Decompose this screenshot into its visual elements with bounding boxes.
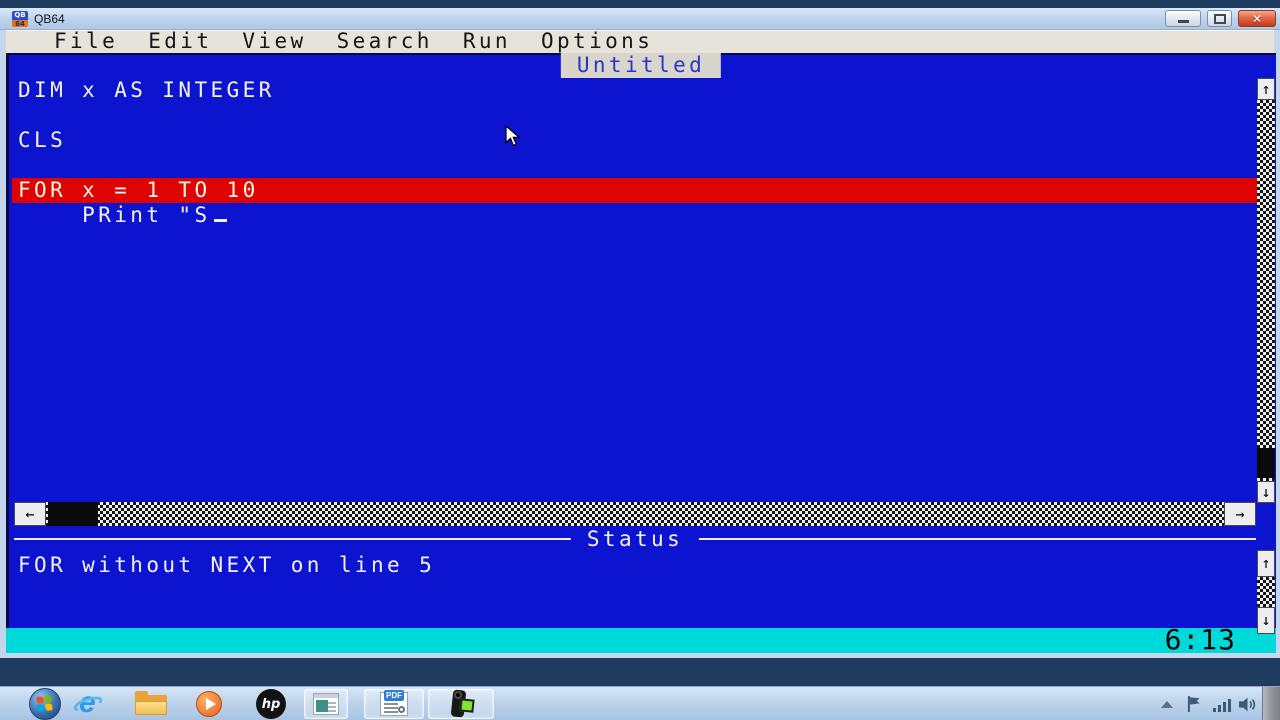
action-center-button[interactable] — [1184, 687, 1204, 720]
close-icon: ✕ — [1251, 11, 1263, 26]
code-text: FOR x = 1 TO 10 — [18, 178, 259, 202]
status-divider: Status — [14, 526, 1256, 553]
text-cursor — [213, 219, 227, 222]
vertical-scrollbar[interactable]: ↑ ↓ — [1257, 78, 1275, 503]
qb64-app-icon: QB 64 — [12, 10, 28, 27]
code-text: PRint "S — [18, 203, 211, 227]
volume-button[interactable] — [1236, 687, 1258, 720]
speaker-icon — [1238, 697, 1255, 711]
restore-button[interactable] — [1207, 10, 1232, 27]
qb64-icon-top: QB — [12, 10, 28, 20]
horizontal-scroll-track[interactable] — [46, 502, 1224, 526]
menu-item[interactable]: Edit — [148, 30, 212, 53]
scroll-up-button[interactable]: ↑ — [1257, 78, 1275, 100]
scroll-left-icon: ← — [25, 504, 35, 523]
vertical-scroll-track[interactable] — [1257, 100, 1275, 481]
camera-app-taskbar-button[interactable] — [428, 689, 494, 719]
pdf-document-icon: PDF — [380, 690, 408, 716]
menu-item[interactable]: Run — [463, 30, 511, 53]
up-arrow-icon — [1161, 700, 1173, 708]
camera-icon — [444, 689, 478, 719]
network-button[interactable] — [1210, 687, 1234, 720]
scroll-down-button[interactable]: ↓ — [1257, 481, 1275, 503]
status-scroll-track[interactable] — [1257, 577, 1275, 607]
mouse-cursor — [505, 125, 521, 147]
document-title: Untitled — [560, 53, 722, 78]
menu-item[interactable]: File — [54, 30, 118, 53]
flag-icon — [1187, 696, 1200, 712]
scroll-down-icon: ↓ — [1261, 482, 1271, 501]
ide-status-line: 6:13 — [6, 623, 1276, 656]
menu-item[interactable]: View — [242, 30, 306, 53]
restore-icon — [1213, 13, 1226, 24]
desktop: QB 64 QB64 ✕ File Edit View Search Run Option… — [0, 0, 1280, 720]
folder-icon — [135, 691, 167, 716]
horizontal-scroll-thumb[interactable] — [48, 502, 98, 526]
status-scroll-down-icon: ↓ — [1261, 611, 1271, 629]
code-text: DIM x AS INTEGER — [18, 78, 275, 102]
status-scroll-up-icon: ↑ — [1261, 554, 1271, 572]
menu-bar: File Edit View Search Run Options — [0, 30, 1280, 53]
menu-item[interactable]: Options — [541, 30, 653, 53]
hp-button[interactable]: hp — [254, 687, 288, 720]
file-explorer-button[interactable] — [134, 687, 168, 720]
code-editor[interactable]: DIM x AS INTEGER CLS FOR x = 1 TO 10 PRint… — [12, 78, 1257, 228]
scroll-right-icon: → — [1235, 504, 1245, 523]
window-controls: ✕ — [1165, 10, 1276, 27]
menu-item[interactable]: Search — [337, 30, 433, 53]
qb64-icon-bottom: 64 — [12, 19, 28, 27]
status-scroll-up-button[interactable]: ↑ — [1257, 550, 1275, 577]
play-icon — [205, 698, 216, 710]
scroll-up-icon: ↑ — [1261, 79, 1271, 98]
close-button[interactable]: ✕ — [1238, 10, 1276, 27]
windows-flag-icon — [36, 695, 54, 713]
editor-inner-edge-left — [6, 53, 9, 628]
code-line[interactable]: CLS — [12, 128, 1257, 153]
window-border-bottom — [0, 653, 1280, 658]
scroll-right-button[interactable]: → — [1224, 502, 1256, 526]
show-hidden-icons-button[interactable] — [1158, 687, 1176, 720]
vertical-scroll-thumb[interactable] — [1257, 448, 1275, 478]
code-text: CLS — [18, 128, 67, 152]
code-line[interactable] — [12, 103, 1257, 128]
pdf-reader-taskbar-button[interactable]: PDF — [364, 689, 424, 719]
cursor-position: 6:13 — [1164, 623, 1236, 656]
internet-explorer-button[interactable]: e — [71, 686, 106, 720]
code-line[interactable]: FOR x = 1 TO 10 — [12, 178, 1257, 203]
editor-area: Untitled DIM x AS INTEGER CLS FOR x = 1 TO… — [6, 53, 1276, 634]
code-line[interactable]: PRint "S — [12, 203, 1257, 228]
status-panel-title: Status — [570, 526, 700, 553]
horizontal-scrollbar[interactable]: ← → — [14, 502, 1256, 526]
scroll-left-button[interactable]: ← — [14, 502, 46, 526]
pdf-badge: PDF — [384, 690, 404, 701]
qb64-taskbar-button[interactable] — [304, 689, 348, 719]
code-line[interactable] — [12, 153, 1257, 178]
minimize-button[interactable] — [1165, 10, 1201, 27]
media-player-button[interactable] — [194, 687, 224, 720]
app-window-icon — [313, 693, 339, 715]
internet-explorer-icon: e — [71, 686, 105, 719]
titlebar[interactable]: QB 64 QB64 ✕ — [0, 8, 1280, 30]
status-scrollbar[interactable]: ↑ ↓ — [1257, 550, 1275, 634]
taskbar: e hp PDF — [0, 686, 1280, 720]
start-orb-icon — [29, 688, 61, 720]
status-scroll-down-button[interactable]: ↓ — [1257, 607, 1275, 634]
code-line[interactable]: DIM x AS INTEGER — [12, 78, 1257, 103]
media-player-icon — [196, 691, 222, 717]
minimize-icon — [1177, 20, 1189, 23]
hp-icon: hp — [256, 689, 286, 719]
window-title: QB64 — [34, 11, 65, 26]
status-message: FOR without NEXT on line 5 — [18, 553, 436, 577]
magnifier-icon — [398, 706, 405, 713]
show-desktop-button[interactable] — [1262, 687, 1280, 720]
start-button[interactable] — [28, 687, 62, 720]
